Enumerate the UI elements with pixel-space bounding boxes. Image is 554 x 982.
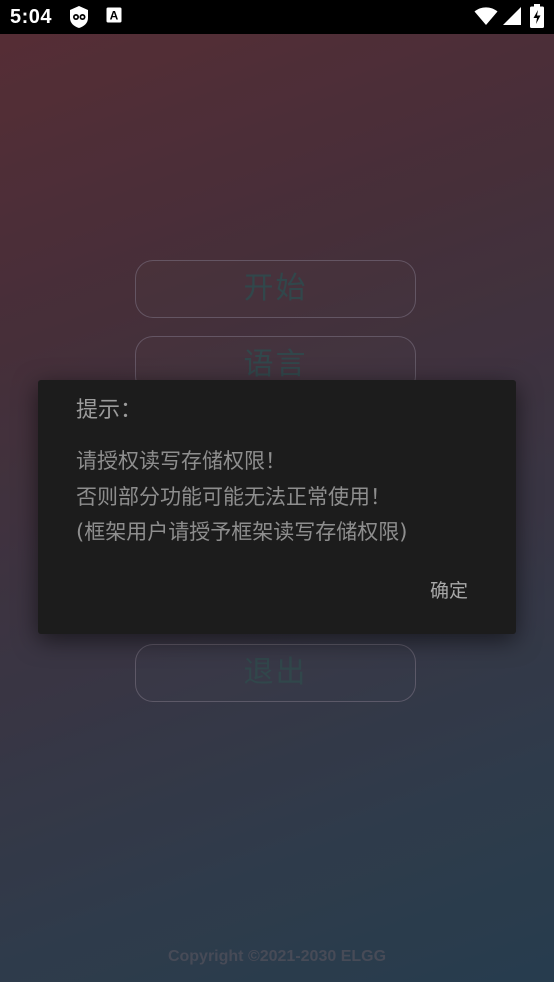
wifi-icon — [474, 7, 498, 25]
dialog-message: 请授权读写存储权限！ 否则部分功能可能无法正常使用！ (框架用户请授予框架读写存… — [76, 444, 506, 551]
app-shield-icon — [70, 6, 88, 28]
text-a-icon: A — [106, 7, 122, 23]
permission-dialog: 提示： 请授权读写存储权限！ 否则部分功能可能无法正常使用！ (框架用户请授予框… — [38, 380, 516, 634]
dialog-message-line: (框架用户请授予框架读写存储权限) — [76, 520, 408, 544]
confirm-button[interactable]: 确定 — [418, 574, 480, 608]
dialog-title: 提示： — [76, 398, 143, 423]
cell-signal-icon — [503, 7, 521, 25]
status-time: 5:04 — [10, 6, 53, 28]
dialog-message-line: 否则部分功能可能无法正常使用！ — [76, 484, 391, 509]
phone-screen: 5:04 A 开始 语言 退出 Copyright ©2021-2030 ELG… — [0, 0, 554, 982]
status-bar: 5:04 A — [0, 0, 554, 34]
text-a-icon-letter: A — [110, 9, 119, 23]
dialog-message-line: 请授权读写存储权限！ — [76, 449, 286, 473]
battery-charging-icon — [530, 4, 544, 28]
